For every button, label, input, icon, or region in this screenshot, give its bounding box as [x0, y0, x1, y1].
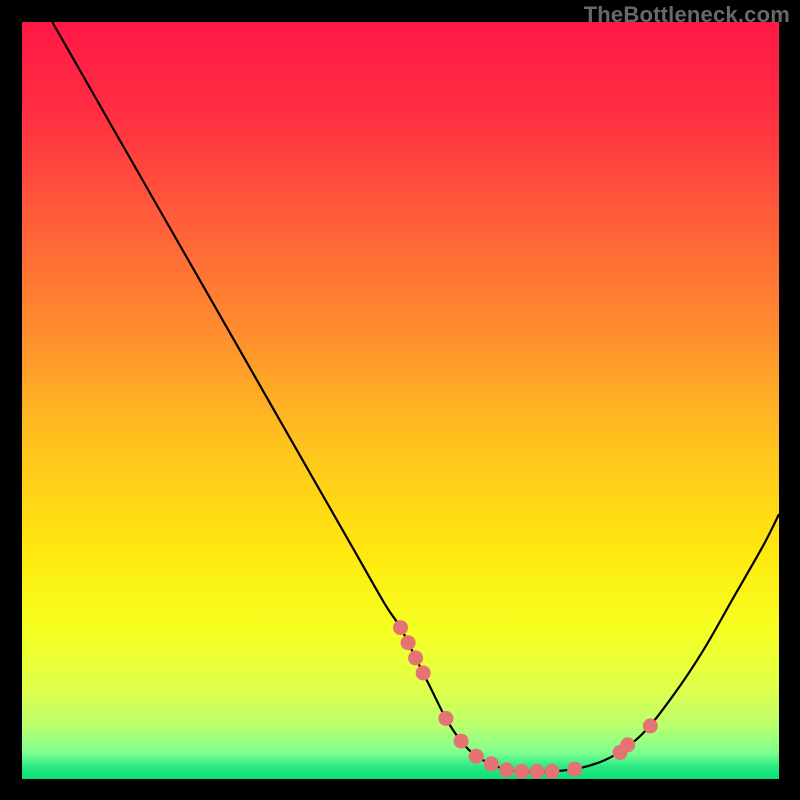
gradient-background [22, 22, 779, 779]
data-dot [393, 620, 408, 635]
data-dot [499, 762, 514, 777]
data-dot [408, 650, 423, 665]
data-dot [544, 764, 559, 779]
data-dot [514, 764, 529, 779]
chart-svg [22, 22, 779, 779]
data-dot [484, 756, 499, 771]
data-dot [469, 749, 484, 764]
data-dot [416, 666, 431, 681]
chart-frame: TheBottleneck.com [0, 0, 800, 800]
data-dot [620, 737, 635, 752]
watermark: TheBottleneck.com [584, 2, 790, 28]
plot-area [22, 22, 779, 779]
data-dot [438, 711, 453, 726]
data-dot [567, 762, 582, 777]
data-dot [643, 719, 658, 734]
data-dot [454, 734, 469, 749]
data-dot [529, 764, 544, 779]
data-dot [401, 635, 416, 650]
